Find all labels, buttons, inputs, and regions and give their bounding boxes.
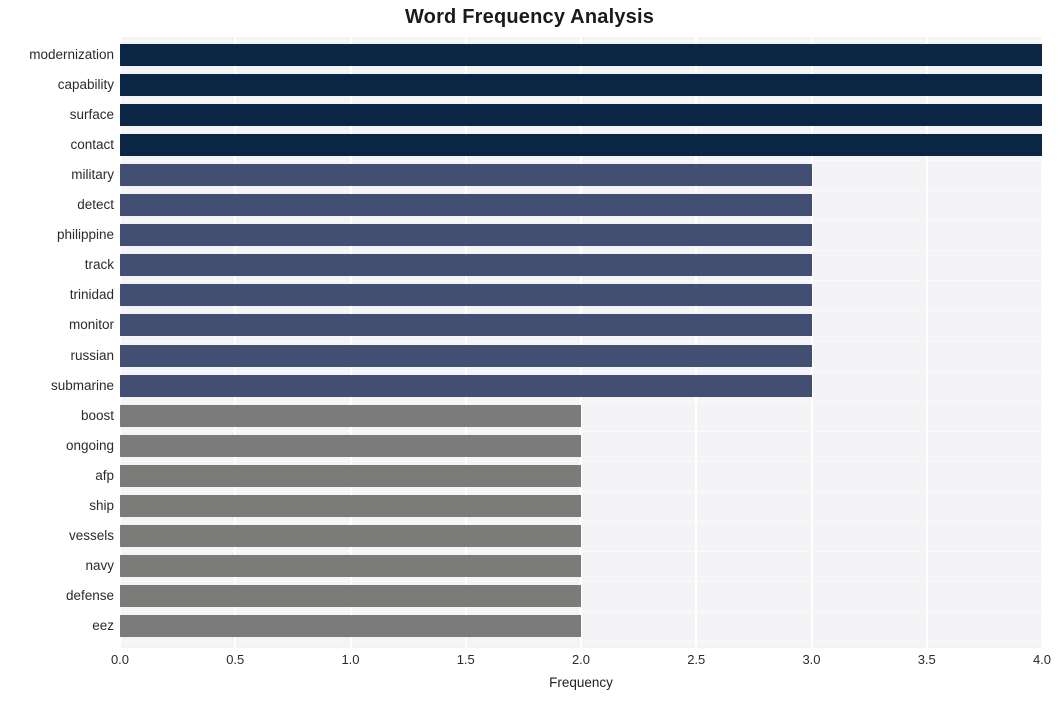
y-gridline xyxy=(120,40,1042,41)
bar xyxy=(120,314,812,337)
x-gridline xyxy=(1041,37,1043,648)
y-gridline xyxy=(120,190,1042,192)
bar xyxy=(120,494,581,517)
y-gridline xyxy=(120,220,1042,222)
y-gridline xyxy=(120,340,1042,342)
bar xyxy=(120,134,1042,157)
y-axis-label: detect xyxy=(77,197,114,213)
y-axis-label: modernization xyxy=(29,47,114,62)
bar xyxy=(120,404,581,427)
y-gridline xyxy=(120,400,1042,402)
y-axis-category-labels: modernization capability surface contact mil… xyxy=(0,37,114,648)
y-axis-label: vessels xyxy=(68,527,114,543)
bar xyxy=(120,284,812,307)
y-axis-label: boost xyxy=(80,407,114,423)
bar xyxy=(120,614,581,637)
y-axis-label: philippine xyxy=(56,227,114,243)
bar xyxy=(120,164,812,187)
y-axis-label: navy xyxy=(85,557,114,573)
y-gridline xyxy=(120,430,1042,432)
y-gridline xyxy=(120,280,1042,282)
word-frequency-chart: Word Frequency Analysis modernization cap… xyxy=(0,0,1059,701)
x-tick-label: 0.5 xyxy=(226,652,245,667)
y-axis-label: military xyxy=(71,167,114,183)
y-axis-label: afp xyxy=(95,467,114,483)
bar xyxy=(120,254,812,277)
y-gridline xyxy=(120,580,1042,582)
bar xyxy=(120,44,1042,66)
y-gridline xyxy=(120,370,1042,372)
x-tick-label: 3.0 xyxy=(802,652,821,667)
bar xyxy=(120,374,812,397)
bar xyxy=(120,464,581,487)
x-gridline xyxy=(925,37,928,648)
y-axis-label: surface xyxy=(69,107,114,123)
x-tick-label: 1.0 xyxy=(341,652,360,667)
y-gridline xyxy=(120,310,1042,312)
bar xyxy=(120,554,581,577)
y-axis-label: monitor xyxy=(68,317,114,333)
plot-area xyxy=(119,37,1043,648)
bar xyxy=(120,104,1042,127)
x-gridline xyxy=(695,37,698,648)
bar xyxy=(120,344,812,367)
y-gridline xyxy=(120,130,1042,132)
x-axis-tick-labels: 0.0 0.5 1.0 1.5 2.0 2.5 3.0 3.5 4.0 xyxy=(0,652,1059,672)
page-title: Word Frequency Analysis xyxy=(404,6,655,28)
y-gridline xyxy=(120,250,1042,252)
bar xyxy=(120,524,581,547)
x-tick-label: 1.5 xyxy=(456,652,475,667)
y-gridline xyxy=(120,550,1042,552)
y-axis-label: track xyxy=(84,257,114,273)
y-axis-label: contact xyxy=(70,137,114,153)
y-axis-label: trinidad xyxy=(69,287,114,303)
y-gridline xyxy=(120,70,1042,72)
bar xyxy=(120,434,581,457)
x-tick-label: 2.5 xyxy=(687,652,706,667)
y-gridline xyxy=(120,641,1042,642)
y-axis-label: eez xyxy=(92,617,114,633)
y-gridline xyxy=(120,490,1042,492)
y-gridline xyxy=(120,100,1042,102)
bar xyxy=(120,194,812,217)
y-gridline xyxy=(120,520,1042,522)
y-gridline xyxy=(120,160,1042,162)
x-tick-label: 2.0 xyxy=(571,652,591,667)
x-tick-label: 4.0 xyxy=(1032,652,1052,667)
y-axis-label: capability xyxy=(57,77,114,93)
y-axis-label: defense xyxy=(65,587,114,603)
x-axis-title: Frequency xyxy=(549,675,613,690)
y-axis-label: ongoing xyxy=(65,437,114,453)
bar xyxy=(120,224,812,247)
y-gridline xyxy=(120,460,1042,462)
y-axis-label: ship xyxy=(89,497,114,513)
bar xyxy=(120,74,1042,97)
y-gridline xyxy=(120,610,1042,612)
y-axis-label: submarine xyxy=(50,377,114,393)
bar xyxy=(120,584,581,607)
x-tick-label: 3.5 xyxy=(917,652,936,667)
y-axis-label: russian xyxy=(70,347,114,363)
x-tick-label: 0.0 xyxy=(110,652,130,667)
x-gridline xyxy=(810,37,813,648)
